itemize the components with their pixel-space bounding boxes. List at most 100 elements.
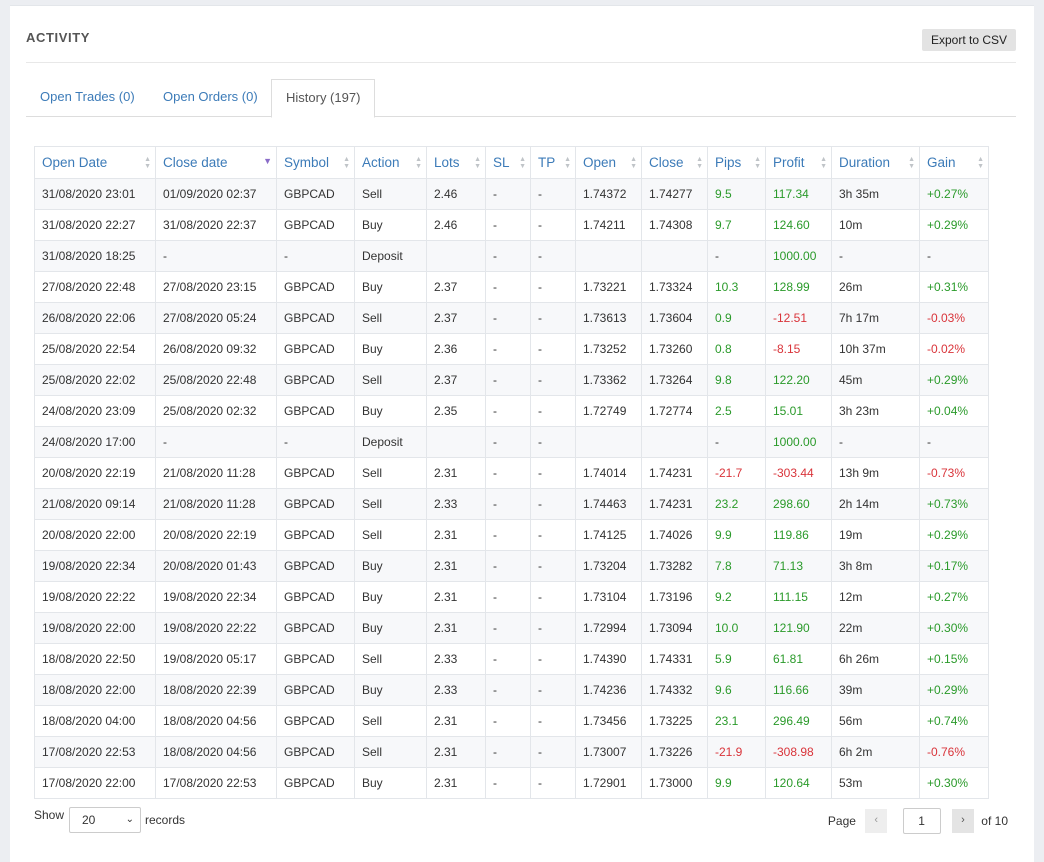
sort-icon: ▲ ▼ — [474, 156, 481, 170]
table-cell: 1.74463 — [575, 488, 642, 520]
column-header[interactable]: Gain ▲ ▼ — [919, 146, 989, 179]
table-row[interactable]: 19/08/2020 22:22 19/08/2020 22:34 GBPCAD Bu… — [34, 581, 989, 613]
tab-history[interactable]: History (197) — [271, 79, 376, 118]
table-row[interactable]: 26/08/2020 22:06 27/08/2020 05:24 GBPCAD Se… — [34, 302, 989, 334]
table-cell: GBPCAD — [276, 178, 355, 210]
table-row[interactable]: 27/08/2020 22:48 27/08/2020 23:15 GBPCAD Bu… — [34, 271, 989, 303]
table-cell: - — [485, 550, 531, 582]
column-header[interactable]: Duration ▲ ▼ — [831, 146, 920, 179]
page-number-input[interactable]: 1 — [902, 808, 941, 834]
table-row[interactable]: 24/08/2020 23:09 25/08/2020 02:32 GBPCAD Bu… — [34, 395, 989, 427]
table-cell: GBPCAD — [276, 457, 355, 489]
table-cell: - — [707, 240, 766, 272]
column-header[interactable]: Action ▲ ▼ — [354, 146, 427, 179]
table-cell: +0.29% — [919, 519, 989, 551]
table-cell: 2.31 — [426, 736, 486, 768]
table-cell: 1.74332 — [641, 674, 708, 706]
table-row[interactable]: 19/08/2020 22:00 19/08/2020 22:22 GBPCAD Bu… — [34, 612, 989, 644]
tab-open-trades[interactable]: Open Trades (0) — [26, 79, 149, 117]
table-cell: Buy — [354, 395, 427, 427]
table-cell: 7h 17m — [831, 302, 920, 334]
table-row[interactable]: 18/08/2020 22:00 18/08/2020 22:39 GBPCAD Bu… — [34, 674, 989, 706]
table-row[interactable]: 20/08/2020 22:19 21/08/2020 11:28 GBPCAD Se… — [34, 457, 989, 489]
table-cell: - — [485, 488, 531, 520]
table-cell: GBPCAD — [276, 209, 355, 241]
column-header[interactable]: Close date ▼ — [155, 146, 277, 179]
table-row[interactable]: 18/08/2020 04:00 18/08/2020 04:56 GBPCAD Se… — [34, 705, 989, 737]
column-header[interactable]: SL ▲ ▼ — [485, 146, 531, 179]
table-cell: 2.31 — [426, 550, 486, 582]
column-header[interactable]: Close ▲ ▼ — [641, 146, 708, 179]
table-cell: 1.74211 — [575, 209, 642, 241]
tab-open-orders[interactable]: Open Orders (0) — [149, 79, 272, 117]
table-cell: -0.73% — [919, 457, 989, 489]
column-header[interactable]: Open ▲ ▼ — [575, 146, 642, 179]
table-cell: 1.73604 — [641, 302, 708, 334]
table-cell: 2.37 — [426, 302, 486, 334]
table-row[interactable]: 20/08/2020 22:00 20/08/2020 22:19 GBPCAD Se… — [34, 519, 989, 551]
table-row[interactable]: 21/08/2020 09:14 21/08/2020 11:28 GBPCAD Se… — [34, 488, 989, 520]
table-cell: 19/08/2020 22:34 — [34, 550, 156, 582]
column-header-label: Pips — [715, 155, 742, 170]
table-row[interactable]: 31/08/2020 22:27 31/08/2020 22:37 GBPCAD Bu… — [34, 209, 989, 241]
table-cell: Sell — [354, 178, 427, 210]
table-cell: +0.30% — [919, 767, 989, 799]
table-row[interactable]: 18/08/2020 22:50 19/08/2020 05:17 GBPCAD Se… — [34, 643, 989, 675]
column-header[interactable]: Open Date ▲ ▼ — [34, 146, 156, 179]
table-cell: 1.74390 — [575, 643, 642, 675]
column-header[interactable]: Profit ▲ ▼ — [765, 146, 832, 179]
table-cell: +0.29% — [919, 209, 989, 241]
table-cell: 7.8 — [707, 550, 766, 582]
table-cell: 124.60 — [765, 209, 832, 241]
table-row[interactable]: 17/08/2020 22:53 18/08/2020 04:56 GBPCAD Se… — [34, 736, 989, 768]
table-cell: - — [530, 209, 576, 241]
table-cell: 10.0 — [707, 612, 766, 644]
table-cell: +0.29% — [919, 364, 989, 396]
show-label: Show — [34, 808, 65, 822]
table-cell: 1.72994 — [575, 612, 642, 644]
history-table-wrapper: Open Date ▲ ▼ Close date ▼ Symbol ▲ ▼ Action ▲ ▼ Lo… — [34, 146, 989, 799]
table-cell: Buy — [354, 550, 427, 582]
column-header[interactable]: TP ▲ ▼ — [530, 146, 576, 179]
table-cell: - — [530, 767, 576, 799]
column-header[interactable]: Pips ▲ ▼ — [707, 146, 766, 179]
table-cell: - — [530, 550, 576, 582]
table-row[interactable]: 19/08/2020 22:34 20/08/2020 01:43 GBPCAD Bu… — [34, 550, 989, 582]
table-cell: 18/08/2020 04:00 — [34, 705, 156, 737]
table-cell: 9.6 — [707, 674, 766, 706]
table-cell: +0.27% — [919, 178, 989, 210]
table-cell: -0.76% — [919, 736, 989, 768]
table-cell: 53m — [831, 767, 920, 799]
prev-page-button[interactable]: ‹ — [865, 809, 888, 833]
table-row[interactable]: 25/08/2020 22:54 26/08/2020 09:32 GBPCAD Bu… — [34, 333, 989, 365]
table-cell: -303.44 — [765, 457, 832, 489]
export-csv-button[interactable]: Export to CSV — [921, 29, 1016, 51]
table-cell: - — [530, 271, 576, 303]
table-cell: 20/08/2020 22:19 — [34, 457, 156, 489]
column-header[interactable]: Symbol ▲ ▼ — [276, 146, 355, 179]
table-cell: 2.36 — [426, 333, 486, 365]
table-row[interactable]: 24/08/2020 17:00- - Deposit - - -1000.00- - — [34, 426, 989, 458]
table-cell: Sell — [354, 736, 427, 768]
table-cell: - — [707, 426, 766, 458]
table-cell: 122.20 — [765, 364, 832, 396]
table-cell: Buy — [354, 767, 427, 799]
page-size-select[interactable]: 20 ⌄ — [69, 807, 141, 833]
table-cell: 1.72774 — [641, 395, 708, 427]
table-cell: - — [919, 240, 989, 272]
column-header[interactable]: Lots ▲ ▼ — [426, 146, 486, 179]
table-cell: Sell — [354, 488, 427, 520]
table-row[interactable]: 25/08/2020 22:02 25/08/2020 22:48 GBPCAD Se… — [34, 364, 989, 396]
table-row[interactable]: 31/08/2020 23:01 01/09/2020 02:37 GBPCAD Se… — [34, 178, 989, 210]
table-row[interactable]: 31/08/2020 18:25- - Deposit - - -1000.00- - — [34, 240, 989, 272]
next-page-button[interactable]: › — [951, 809, 974, 833]
table-cell: - — [919, 426, 989, 458]
table-cell: 19/08/2020 22:00 — [34, 612, 156, 644]
table-cell: 15.01 — [765, 395, 832, 427]
table-cell: GBPCAD — [276, 333, 355, 365]
table-cell: - — [530, 178, 576, 210]
table-row[interactable]: 17/08/2020 22:00 17/08/2020 22:53 GBPCAD Bu… — [34, 767, 989, 799]
table-cell: 1.73282 — [641, 550, 708, 582]
table-cell: 26/08/2020 22:06 — [34, 302, 156, 334]
table-cell: - — [530, 302, 576, 334]
